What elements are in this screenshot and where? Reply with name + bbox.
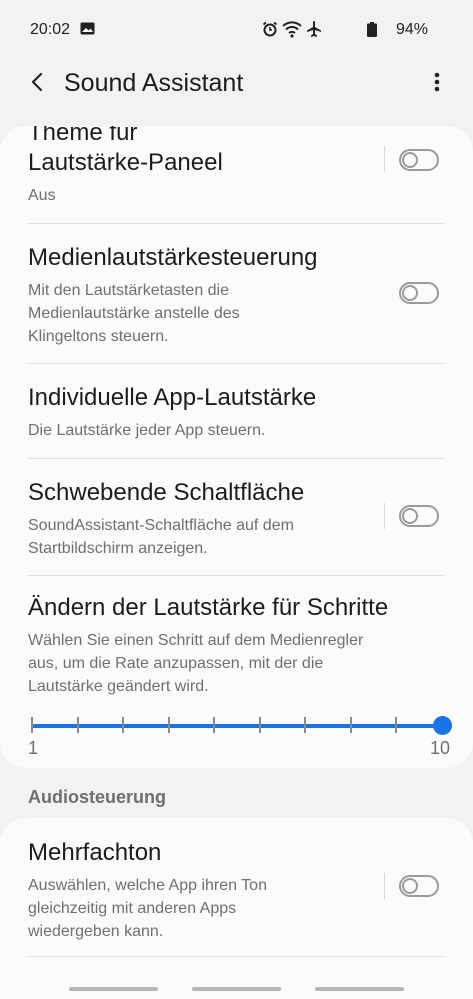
- section-header-audio-control: Audiosteuerung: [28, 787, 166, 807]
- setting-title-line: Lautstärke-Paneel: [28, 149, 223, 176]
- setting-subtitle: Wählen Sie einen Schritt auf dem Medienr…: [28, 629, 445, 698]
- subtitle-line: Medienlautstärke anstelle des: [28, 305, 240, 322]
- setting-title: Medienlautstärkesteuerung: [28, 244, 318, 271]
- slider-tick: [349, 717, 352, 733]
- app-bar: Sound Assistant: [0, 60, 473, 110]
- slider-tick: [167, 717, 170, 733]
- more-vertical-icon[interactable]: [427, 70, 447, 94]
- divider: [28, 575, 445, 576]
- subtitle-line: SoundAssistant-Schaltfläche auf dem: [28, 517, 294, 534]
- subtitle-line: Startbildschirm anzeigen.: [28, 540, 208, 557]
- alarm-icon: [262, 21, 278, 37]
- divider: [28, 458, 445, 459]
- setting-multi-sound[interactable]: Mehrfachton Auswählen, welche App ihren …: [28, 838, 445, 943]
- image-icon: [80, 22, 95, 35]
- setting-volume-step: Ändern der Lautstärke für Schritte Wähle…: [28, 593, 445, 698]
- divider: [28, 223, 445, 224]
- divider: [28, 363, 445, 364]
- setting-title: Theme für Lautstärke-Paneel: [28, 126, 445, 178]
- subtitle-line: Wählen Sie einen Schritt auf dem Medienr…: [28, 632, 364, 649]
- settings-card: Theme für Lautstärke-Paneel Aus Medienla…: [0, 126, 473, 768]
- toggle-floating-button[interactable]: [399, 505, 439, 527]
- audio-control-card: Mehrfachton Auswählen, welche App ihren …: [0, 818, 473, 999]
- divider-vertical: [384, 503, 385, 529]
- setting-subtitle: Die Lautstärke jeder App steuern.: [28, 422, 266, 439]
- divider-vertical: [384, 873, 385, 899]
- setting-title: Ändern der Lautstärke für Schritte: [28, 594, 389, 621]
- slider-tick: [76, 717, 79, 733]
- setting-subtitle: Auswählen, welche App ihren Ton gleichze…: [28, 874, 445, 943]
- subtitle-line: wiedergeben kann.: [28, 923, 164, 940]
- slider-tick: [304, 717, 307, 733]
- subtitle-line: Auswählen, welche App ihren Ton: [28, 877, 267, 894]
- airplane-icon: [307, 21, 321, 37]
- setting-theme-volume-panel[interactable]: Theme für Lautstärke-Paneel Aus: [28, 126, 445, 207]
- subtitle-line: Lautstärke geändert wird.: [28, 678, 209, 695]
- volume-step-slider[interactable]: [28, 710, 452, 740]
- back-arrow-icon[interactable]: [26, 70, 50, 94]
- slider-tick: [213, 717, 216, 733]
- slider-max-label: 10: [430, 738, 451, 758]
- subtitle-line: aus, um die Rate anzupassen, mit der die: [28, 655, 324, 672]
- nav-recents-button[interactable]: [69, 987, 158, 991]
- toggle-multi-sound[interactable]: [399, 875, 439, 897]
- slider-tick: [31, 717, 33, 733]
- setting-media-volume-control[interactable]: Medienlautstärkesteuerung Mit den Lautst…: [28, 243, 445, 348]
- page-title: Sound Assistant: [64, 69, 244, 97]
- slider-track: [32, 724, 442, 728]
- status-time: 20:02: [30, 21, 71, 38]
- slider-min-label: 1: [28, 738, 39, 758]
- nav-home-button[interactable]: [192, 987, 281, 991]
- divider-vertical: [384, 146, 385, 172]
- toggle-media-volume-control[interactable]: [399, 282, 439, 304]
- slider-thumb[interactable]: [432, 716, 452, 735]
- navigation-bar: [0, 985, 473, 999]
- slider-tick: [258, 717, 261, 733]
- setting-title-line: Theme für: [28, 126, 138, 146]
- setting-subtitle: SoundAssistant-Schaltfläche auf dem Star…: [28, 514, 445, 560]
- divider: [28, 956, 445, 957]
- setting-floating-button[interactable]: Schwebende Schaltfläche SoundAssistant-S…: [28, 478, 445, 560]
- slider-tick: [395, 717, 398, 733]
- setting-title: Individuelle App-Lautstärke: [28, 384, 317, 411]
- setting-subtitle: Mit den Lautstärketasten die Medienlauts…: [28, 279, 445, 348]
- wifi-icon: [282, 21, 302, 38]
- setting-title: Schwebende Schaltfläche: [28, 479, 305, 506]
- battery-icon: [367, 22, 377, 37]
- setting-title: Mehrfachton: [28, 839, 162, 866]
- setting-individual-app-volume[interactable]: Individuelle App-Lautstärke Die Lautstär…: [28, 383, 445, 442]
- toggle-theme-volume-panel[interactable]: [399, 149, 439, 171]
- subtitle-line: Klingeltons steuern.: [28, 328, 169, 345]
- nav-back-button[interactable]: [315, 987, 404, 991]
- subtitle-line: Mit den Lautstärketasten die: [28, 282, 230, 299]
- slider-tick: [122, 717, 125, 733]
- status-bar: 20:02 94%: [0, 0, 473, 60]
- battery-percentage: 94%: [395, 21, 428, 38]
- subtitle-line: gleichzeitig mit anderen Apps: [28, 900, 237, 917]
- setting-subtitle: Aus: [28, 187, 56, 204]
